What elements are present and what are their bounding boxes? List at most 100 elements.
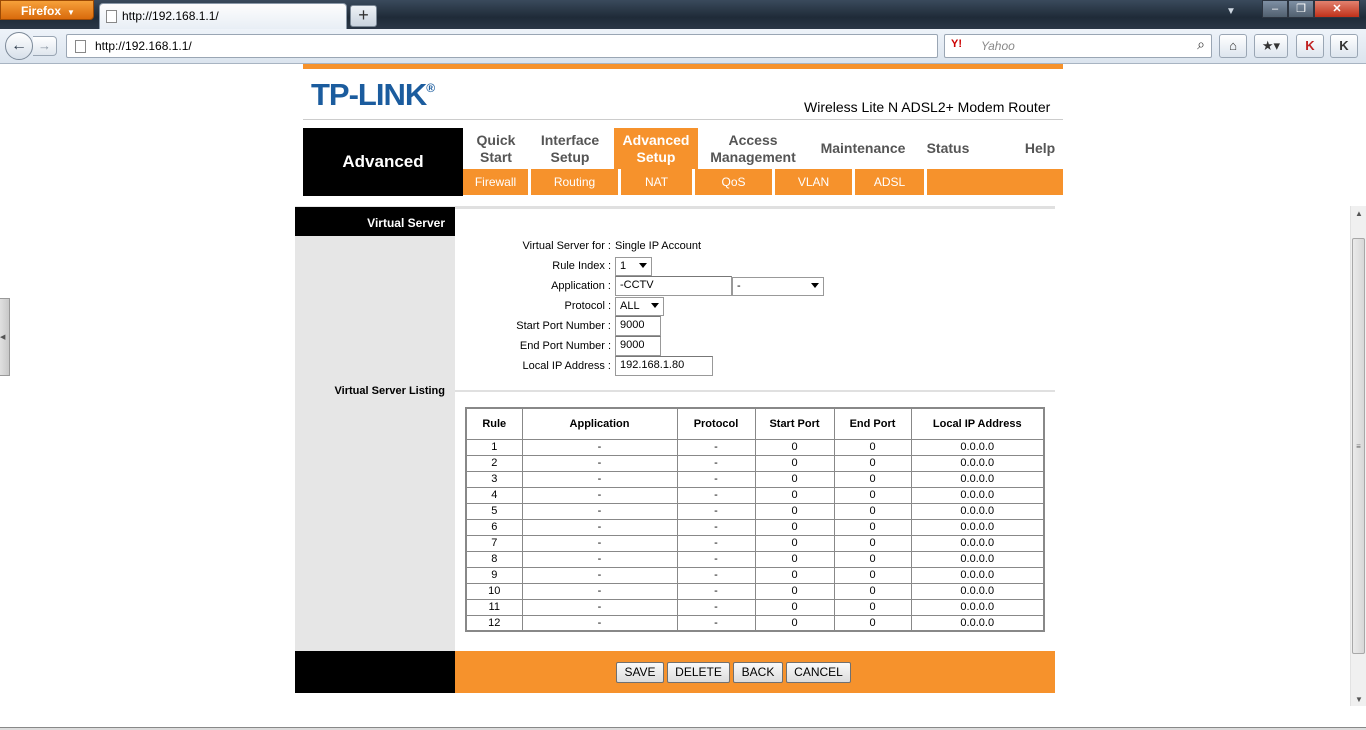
table-row: 2- -0 0 0.0.0.0 <box>465 454 1045 472</box>
home-button[interactable]: ⌂ <box>1219 34 1247 58</box>
table-cell: - <box>521 582 678 600</box>
tab-list-icon[interactable]: ▼ <box>1226 6 1236 17</box>
table-cell: 0.0.0.0 <box>910 438 1045 456</box>
nav-interface-setup[interactable]: Interface Setup <box>529 128 611 169</box>
scrollbar-thumb[interactable]: ≡ <box>1352 238 1365 654</box>
table-cell: - <box>676 502 756 520</box>
yahoo-engine-icon[interactable]: Y! <box>951 38 962 50</box>
column-header-rule: Rule <box>465 407 523 440</box>
column-header-local-ip: Local IP Address <box>910 407 1045 440</box>
subnav-qos[interactable]: QoS <box>695 169 775 195</box>
back-button[interactable]: ← <box>5 32 33 60</box>
table-cell: 0 <box>833 582 912 600</box>
address-bar[interactable]: http://192.168.1.1/ ☆ ▼ ↻ <box>66 34 997 58</box>
button-bar-left <box>295 651 455 693</box>
scroll-down-icon[interactable]: ▼ <box>1355 695 1363 704</box>
page-content: ◀ TP-LINK® Wireless Lite N ADSL2+ Modem … <box>0 64 1350 706</box>
cancel-button[interactable]: CANCEL <box>786 662 851 683</box>
table-cell: 0 <box>754 614 835 632</box>
table-cell: 11 <box>465 598 523 616</box>
table-cell: 0 <box>833 534 912 552</box>
virtual-server-heading: Virtual Server <box>295 207 455 236</box>
table-cell: 0 <box>754 518 835 536</box>
subnav-nat[interactable]: NAT <box>621 169 695 195</box>
nav-help[interactable]: Help <box>1009 128 1071 169</box>
new-tab-button[interactable]: + <box>350 5 377 27</box>
save-button[interactable]: SAVE <box>616 662 664 683</box>
table-cell: - <box>521 454 678 472</box>
chevron-down-icon <box>811 283 819 288</box>
tp-link-logo: TP-LINK® <box>311 77 435 113</box>
minimize-button[interactable]: – <box>1262 0 1288 18</box>
table-cell: 0.0.0.0 <box>910 598 1045 616</box>
table-cell: 0.0.0.0 <box>910 470 1045 488</box>
table-cell: - <box>521 486 678 504</box>
table-cell: 0.0.0.0 <box>910 502 1045 520</box>
table-row: 8- -0 0 0.0.0.0 <box>465 550 1045 568</box>
scroll-up-icon[interactable]: ▲ <box>1355 209 1363 218</box>
subnav-vlan[interactable]: VLAN <box>775 169 855 195</box>
table-cell: 0.0.0.0 <box>910 566 1045 584</box>
table-cell: 0.0.0.0 <box>910 534 1045 552</box>
forward-button[interactable]: → <box>33 36 57 56</box>
subnav-firewall[interactable]: Firewall <box>463 169 531 195</box>
application-input[interactable]: -CCTV <box>615 276 732 296</box>
table-cell: 0 <box>754 566 835 584</box>
logo-text: TP-LINK <box>311 77 427 112</box>
end-port-input[interactable]: 9000 <box>615 336 661 356</box>
section-divider <box>455 390 1055 392</box>
start-port-input[interactable]: 9000 <box>615 316 661 336</box>
search-icon[interactable]: ⌕ <box>1197 36 1205 53</box>
table-cell: 0 <box>833 454 912 472</box>
virtual-server-for-value: Single IP Account <box>615 240 702 252</box>
table-cell: - <box>676 598 756 616</box>
table-cell: 0 <box>754 550 835 568</box>
search-input[interactable]: Y! Yahoo ⌕ <box>944 34 1212 58</box>
maximize-button[interactable]: ❐ <box>1288 0 1314 18</box>
application-preset-select[interactable]: - <box>732 277 824 296</box>
browser-navbar: ← → http://192.168.1.1/ ☆ ▼ ↻ Y! Yahoo ⌕ ⌂… <box>0 29 1366 64</box>
table-cell: 0.0.0.0 <box>910 454 1045 472</box>
table-cell: 7 <box>465 534 523 552</box>
protocol-select[interactable]: ALL <box>615 297 664 316</box>
kaspersky-icon[interactable]: K <box>1296 34 1324 58</box>
table-cell: - <box>676 486 756 504</box>
table-cell: - <box>676 534 756 552</box>
delete-button[interactable]: DELETE <box>667 662 730 683</box>
header-divider <box>303 119 1063 120</box>
nav-advanced-setup[interactable]: Advanced Setup <box>614 128 698 169</box>
table-body: 1- -0 0 0.0.0.0 2- -0 0 0.0.0.0 3- -0 0 0.0.0.0 4- -0… <box>465 438 1045 632</box>
table-cell: 0 <box>833 518 912 536</box>
addon-icon[interactable]: K <box>1330 34 1358 58</box>
product-name: Wireless Lite N ADSL2+ Modem Router <box>804 99 1051 115</box>
nav-label: Access Management <box>710 131 796 165</box>
nav-maintenance[interactable]: Maintenance <box>811 128 915 169</box>
nav-label: Maintenance <box>820 140 906 156</box>
back-button[interactable]: BACK <box>733 662 783 683</box>
browser-tab[interactable]: http://192.168.1.1/ <box>99 3 347 29</box>
table-cell: - <box>676 582 756 600</box>
table-cell: - <box>521 518 678 536</box>
chevron-down-icon <box>639 263 647 268</box>
firefox-menu-button[interactable]: Firefox ▼ <box>0 0 94 20</box>
table-header-row: Rule Application Protocol Start Port End… <box>465 407 1045 440</box>
sidebar-toggle[interactable]: ◀ <box>0 298 10 376</box>
nav-quick-start[interactable]: Quick Start <box>463 128 529 169</box>
table-cell: 4 <box>465 486 523 504</box>
nav-access-management[interactable]: Access Management <box>701 128 805 169</box>
table-row: 4- -0 0 0.0.0.0 <box>465 486 1045 504</box>
table-cell: - <box>521 438 678 456</box>
local-ip-input[interactable]: 192.168.1.80 <box>615 356 713 376</box>
table-cell: 3 <box>465 470 523 488</box>
table-cell: - <box>521 550 678 568</box>
subnav-routing[interactable]: Routing <box>531 169 621 195</box>
subnav-adsl[interactable]: ADSL <box>855 169 927 195</box>
column-header-end-port: End Port <box>833 407 912 440</box>
virtual-server-table: Rule Application Protocol Start Port End… <box>465 407 1045 632</box>
rule-index-select[interactable]: 1 <box>615 257 652 276</box>
nav-status[interactable]: Status <box>915 128 981 169</box>
bookmarks-button[interactable]: ★▾ <box>1254 34 1288 58</box>
vertical-scrollbar[interactable]: ▲ ≡ ▼ <box>1350 206 1366 706</box>
close-window-button[interactable]: ✕ <box>1314 0 1360 18</box>
table-cell: 0 <box>754 470 835 488</box>
